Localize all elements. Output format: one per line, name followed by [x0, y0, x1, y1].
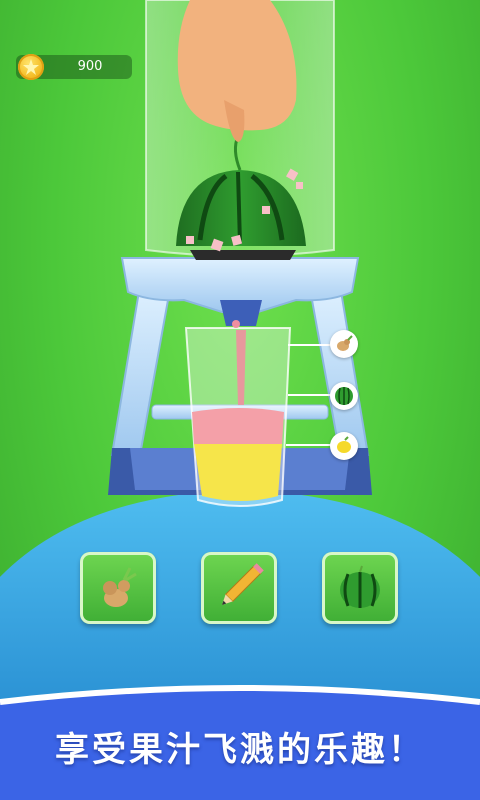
juice-pink-layer: [192, 408, 284, 444]
coin-count: 900: [77, 59, 103, 74]
juice-cup: [184, 327, 292, 507]
mix-preview-watermelon: [330, 382, 358, 410]
watermelon-icon: [335, 387, 353, 405]
juice-yellow-layer: [194, 444, 282, 501]
mix-preview-ginger: [330, 330, 358, 358]
ingredient-slot-watermelon[interactable]: [322, 552, 398, 624]
ginger-icon: [103, 567, 137, 607]
star-coin-icon: [18, 54, 44, 80]
ingredient-slot-pencil[interactable]: [201, 552, 277, 624]
promo-text: 享受果汁飞溅的乐趣！: [55, 730, 425, 770]
lemon-icon: [337, 436, 351, 453]
pencil-icon: [222, 563, 264, 605]
ginger-icon: [337, 335, 353, 351]
mix-preview-lemon: [330, 432, 358, 460]
ingredient-slot-ginger[interactable]: [80, 552, 156, 624]
watermelon-icon: [340, 565, 380, 608]
